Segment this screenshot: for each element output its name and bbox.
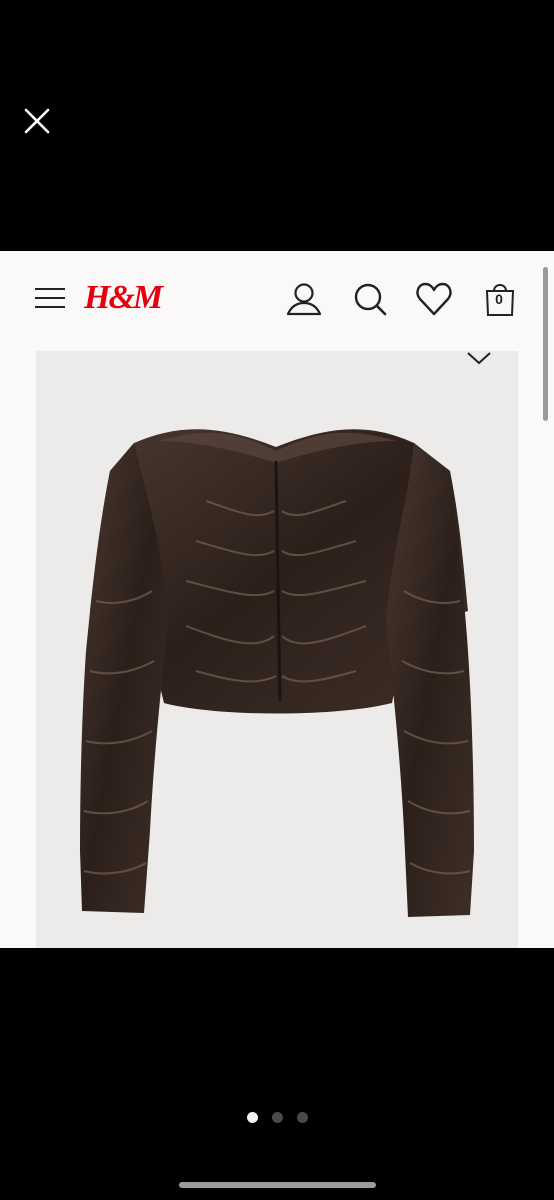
favorites-button[interactable] (414, 279, 454, 319)
site-header: H&M 0 (0, 251, 554, 351)
search-button[interactable] (350, 279, 390, 319)
brand-logo[interactable]: H&M (84, 275, 163, 321)
product-image[interactable] (36, 351, 518, 948)
page-indicator (0, 1112, 554, 1126)
hamburger-menu-icon (35, 288, 65, 308)
shopping-bag-button[interactable]: 0 (484, 279, 516, 319)
user-icon (286, 283, 322, 316)
account-button[interactable] (284, 279, 324, 319)
scrollbar[interactable] (543, 267, 548, 421)
page-dot-3[interactable] (296, 1112, 308, 1123)
satin-ruched-top-image (80, 429, 474, 917)
image-viewer: H&M 0 (0, 0, 554, 1200)
screenshot-image: H&M 0 (0, 251, 554, 948)
close-icon (24, 108, 50, 134)
home-indicator[interactable] (179, 1182, 376, 1188)
search-icon (354, 283, 387, 316)
chevron-down-icon (467, 352, 491, 365)
close-button[interactable] (20, 104, 54, 138)
bag-count: 0 (495, 291, 503, 307)
page-dot-1[interactable] (246, 1112, 258, 1123)
heart-icon (416, 282, 452, 316)
menu-button[interactable] (34, 285, 66, 311)
dropdown-toggle[interactable] (465, 351, 493, 367)
page-dot-2[interactable] (271, 1112, 283, 1123)
